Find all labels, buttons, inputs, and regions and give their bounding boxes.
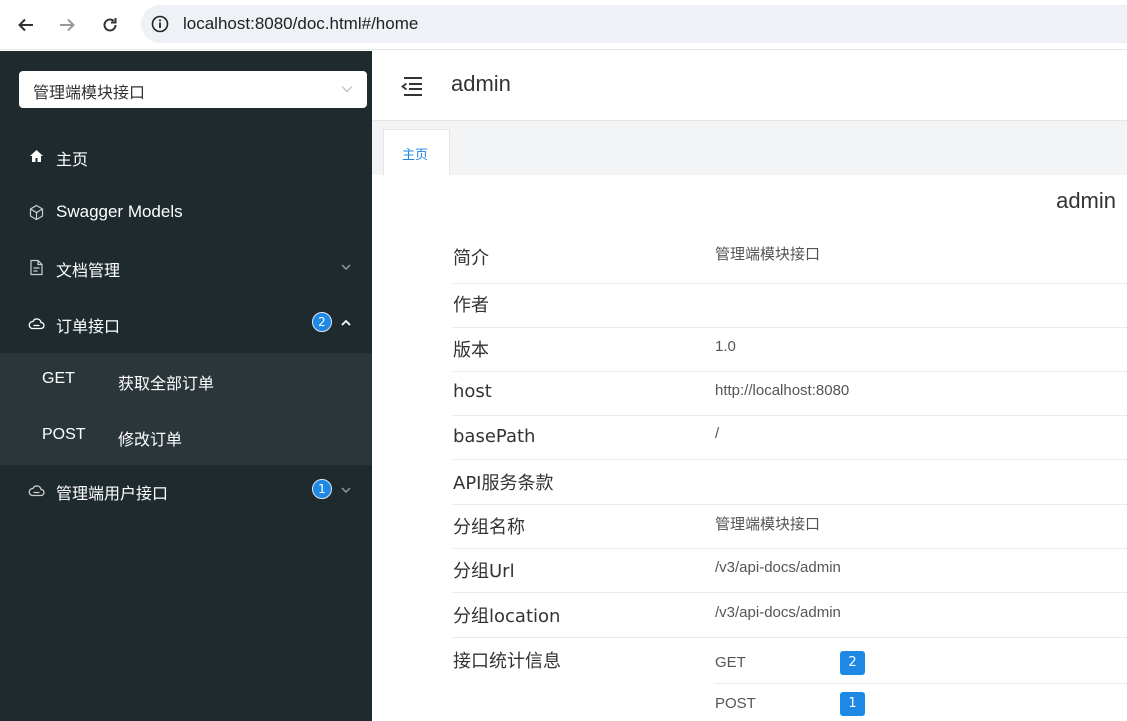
info-value: http://localhost:8080 — [715, 382, 850, 399]
page-title: admin — [451, 71, 511, 96]
sidebar-item-admin-user-api[interactable]: 管理端用户接口 1 — [0, 465, 372, 515]
document-icon — [30, 259, 43, 276]
main-content: admin 主页 admin 简介 管理端模块接口 作者 版本 1.0 host… — [372, 51, 1127, 721]
tab-label: 主页 — [402, 148, 429, 163]
info-icon[interactable] — [151, 15, 169, 33]
tab-bar: 主页 — [372, 121, 1127, 175]
stat-method: POST — [715, 695, 756, 712]
info-value: 管理端模块接口 — [715, 246, 821, 263]
top-header: admin — [372, 51, 1127, 121]
info-value: /v3/api-docs/admin — [715, 604, 841, 621]
info-label: API服务条款 — [453, 473, 554, 494]
doc-title: admin — [1056, 188, 1116, 213]
chevron-down-icon — [341, 264, 351, 271]
info-value: /v3/api-docs/admin — [715, 559, 841, 576]
info-row-group-location: 分组location /v3/api-docs/admin — [453, 593, 1127, 638]
sidebar-item-home[interactable]: 主页 — [0, 131, 372, 181]
info-label: basePath — [453, 426, 536, 447]
info-row-host: host http://localhost:8080 — [453, 372, 1127, 416]
count-badge: 2 — [312, 312, 332, 332]
sidebar-item-swagger-models[interactable]: Swagger Models — [0, 187, 372, 237]
info-row-version: 版本 1.0 — [453, 328, 1127, 372]
address-bar[interactable]: localhost:8080/doc.html#/home — [141, 5, 1127, 43]
http-method: POST — [42, 426, 86, 443]
info-label: 作者 — [453, 295, 489, 316]
group-select[interactable]: 管理端模块接口 — [19, 71, 367, 108]
order-api-submenu: GET 获取全部订单 POST 修改订单 — [0, 353, 372, 465]
info-label: 分组Url — [453, 561, 515, 582]
cube-icon — [29, 204, 44, 221]
stat-method: GET — [715, 654, 746, 671]
stat-count-badge: 1 — [840, 692, 865, 716]
sidebar-item-label: 订单接口 — [56, 317, 121, 336]
http-method: GET — [42, 370, 75, 387]
reload-button[interactable] — [96, 11, 124, 39]
stats-label: 接口统计信息 — [453, 651, 561, 672]
info-label: 简介 — [453, 248, 489, 269]
browser-toolbar: localhost:8080/doc.html#/home — [0, 0, 1127, 50]
sidebar-item-order-api[interactable]: 订单接口 2 — [0, 298, 372, 348]
info-label: 版本 — [453, 340, 489, 361]
forward-arrow-icon — [60, 18, 75, 32]
info-row-group-name: 分组名称 管理端模块接口 — [453, 505, 1127, 549]
sidebar-item-doc-management[interactable]: 文档管理 — [0, 242, 372, 292]
back-button[interactable] — [12, 11, 40, 39]
sidebar-subitem-update-order[interactable]: POST 修改订单 — [0, 409, 372, 465]
chevron-down-icon — [341, 487, 351, 494]
stat-count-badge: 2 — [840, 651, 865, 675]
forward-button[interactable] — [53, 11, 81, 39]
chevron-down-icon — [341, 86, 353, 93]
stat-row-get: GET 2 — [715, 643, 1127, 684]
info-label: host — [453, 381, 492, 402]
sidebar-item-label: Swagger Models — [56, 202, 183, 221]
tab-home[interactable]: 主页 — [383, 129, 450, 175]
reload-icon — [103, 18, 117, 32]
info-row-author: 作者 — [453, 284, 1127, 328]
sidebar: 管理端模块接口 主页 Swagger Models 文档管理 订单接口 2 GE… — [0, 51, 372, 721]
menu-collapse-icon[interactable] — [400, 75, 424, 97]
sidebar-subitem-get-orders[interactable]: GET 获取全部订单 — [0, 353, 372, 409]
sidebar-item-label: 管理端用户接口 — [56, 484, 169, 503]
info-label: 分组名称 — [453, 517, 525, 538]
chevron-up-icon — [341, 319, 351, 326]
cloud-icon — [28, 318, 45, 330]
info-value: 管理端模块接口 — [715, 516, 821, 533]
url-text: localhost:8080/doc.html#/home — [183, 14, 419, 33]
info-value: / — [715, 425, 720, 442]
stat-row-post: POST 1 — [715, 684, 1127, 721]
group-select-value: 管理端模块接口 — [33, 83, 146, 102]
info-value: 1.0 — [715, 338, 736, 355]
home-icon — [30, 150, 43, 162]
count-badge: 1 — [312, 479, 332, 499]
info-row-description: 简介 管理端模块接口 — [453, 229, 1127, 284]
back-arrow-icon — [18, 18, 33, 32]
info-row-terms: API服务条款 — [453, 460, 1127, 505]
sidebar-item-label: 文档管理 — [56, 261, 121, 280]
cloud-icon — [28, 485, 45, 497]
sidebar-subitem-label: 获取全部订单 — [118, 374, 215, 393]
sidebar-subitem-label: 修改订单 — [118, 430, 183, 449]
info-row-group-url: 分组Url /v3/api-docs/admin — [453, 549, 1127, 593]
info-row-basepath: basePath / — [453, 416, 1127, 460]
info-label: 分组location — [453, 606, 561, 627]
sidebar-item-label: 主页 — [56, 150, 89, 169]
